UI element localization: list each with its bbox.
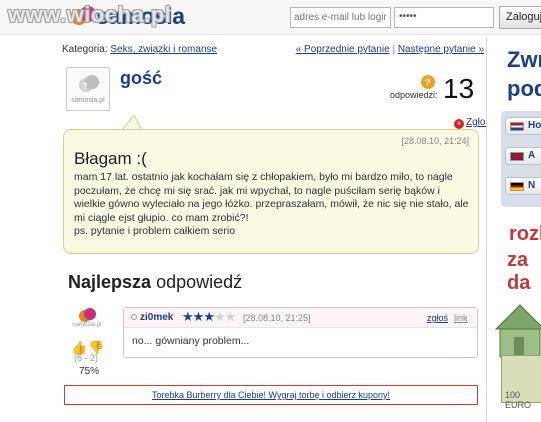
email-login-input[interactable]	[290, 7, 391, 28]
banner-line2: poda	[507, 76, 541, 101]
star-icon: ★	[182, 309, 194, 324]
default-avatar-icon: ?	[79, 75, 99, 92]
flag-gb-icon	[510, 152, 524, 161]
login-button[interactable]: Zaloguj	[499, 6, 541, 29]
flag-de-icon	[510, 182, 524, 191]
banknote: 100 EURO	[501, 355, 541, 410]
svg-text:?: ?	[82, 81, 88, 91]
report-question[interactable]: × Zgłoś	[454, 117, 490, 129]
country-panel: Hol A N	[501, 111, 541, 207]
question-nav: « Poprzednie pytanie | Następne pytanie …	[296, 44, 484, 55]
samosia-avatar-icon	[79, 308, 96, 322]
answer-text: no... gówniany problem...	[132, 335, 250, 347]
prev-question-link[interactable]: « Poprzednie pytanie	[296, 44, 390, 55]
country-label: Hol	[528, 120, 541, 131]
top-bar: ? samosia www.wiocha.pl ••••• Zaloguj	[0, 0, 541, 35]
question-ps: ps. pytanie i problem całkiem serio	[74, 225, 236, 237]
question-mark-icon: ?	[421, 75, 435, 89]
answer-header: zi0mek ★★★★★ [28.08.10, 21:25] zgłoś lin…	[124, 308, 477, 328]
country-label: A	[528, 150, 536, 161]
report-x-icon: ×	[454, 119, 464, 129]
answers-count: 13	[443, 73, 475, 104]
answers-label: odpowiedzi:	[390, 90, 438, 100]
best-answer-box: zi0mek ★★★★★ [28.08.10, 21:25] zgłoś lin…	[123, 307, 478, 358]
category-crumb: Kategoria: Seks, związki i romanse	[62, 44, 217, 55]
nav-separator: |	[392, 44, 396, 55]
question-body: mam 17 lat. ostatnio jak kochałam się z …	[74, 171, 470, 239]
promo-link[interactable]: Torebka Burberry dla Ciebie! Wygraj torb…	[152, 390, 390, 400]
next-question-link[interactable]: Następne pytanie »	[398, 44, 484, 55]
answerer-avatar-label: samosia.pl	[72, 322, 102, 328]
answer-date: [28.08.10, 21:25]	[243, 313, 311, 323]
rating-stars: ★★★★★	[182, 309, 237, 325]
star-icon: ★	[192, 309, 205, 324]
best-heading-rest: odpowiedź	[156, 272, 243, 292]
banner-line1: Zwr	[507, 47, 541, 72]
asker-avatar[interactable]: ? samosia.pl	[66, 67, 110, 111]
category-label: Kategoria:	[62, 44, 108, 55]
banknote-value: 100 EURO	[505, 390, 532, 410]
banner-red-line2: za da	[507, 249, 531, 294]
promo-banner: Torebka Burberry dla Ciebie! Wygraj torb…	[64, 385, 478, 405]
star-empty-icon: ★	[224, 309, 237, 324]
best-answer-heading: Najlepsza odpowiedź	[68, 272, 242, 293]
svg-text:?: ?	[425, 78, 431, 89]
vote-count: (6 - 2)	[74, 353, 99, 363]
half-star-icon: ★	[203, 309, 215, 324]
ad-banner[interactable]: Zwr poda Hol A N rozlic za da 100 EURO	[486, 37, 541, 422]
country-option-gb[interactable]: A	[505, 147, 541, 165]
country-label: N	[528, 180, 536, 191]
asker-name[interactable]: gość	[120, 68, 162, 89]
answerer-avatar[interactable]: samosia.pl	[73, 308, 101, 330]
best-heading-bold: Najlepsza	[68, 272, 152, 292]
question-text: mam 17 lat. ostatnio jak kochałam się z …	[74, 171, 469, 224]
category-link[interactable]: Seks, związki i romanse	[110, 44, 217, 55]
question-date: [28.08.10, 21:24]	[401, 136, 469, 146]
status-dot-icon	[131, 314, 137, 320]
question-bubble: [28.08.10, 21:24] Błagam :( mam 17 lat. …	[63, 129, 479, 254]
money-house-icon	[494, 304, 541, 358]
banner-red-line1: rozlic	[509, 223, 541, 245]
report-answer-link[interactable]: zgłoś	[427, 313, 448, 323]
country-option-nl[interactable]: Hol	[505, 117, 541, 135]
password-input[interactable]: •••••	[394, 7, 494, 28]
vote-percent: 75%	[79, 366, 100, 377]
question-title: Błagam :(	[74, 149, 147, 168]
avatar-label: samosia.pl	[71, 97, 105, 104]
watermark: www.wiocha.pl	[8, 2, 172, 27]
flag-nl-icon	[510, 122, 524, 131]
vote-controls: 👍 👎	[70, 340, 110, 355]
star-empty-icon: ★	[213, 309, 226, 324]
country-option-de[interactable]: N	[505, 177, 541, 195]
answer-permalink[interactable]: link	[454, 313, 468, 323]
answerer-name[interactable]: zi0mek	[140, 312, 173, 323]
